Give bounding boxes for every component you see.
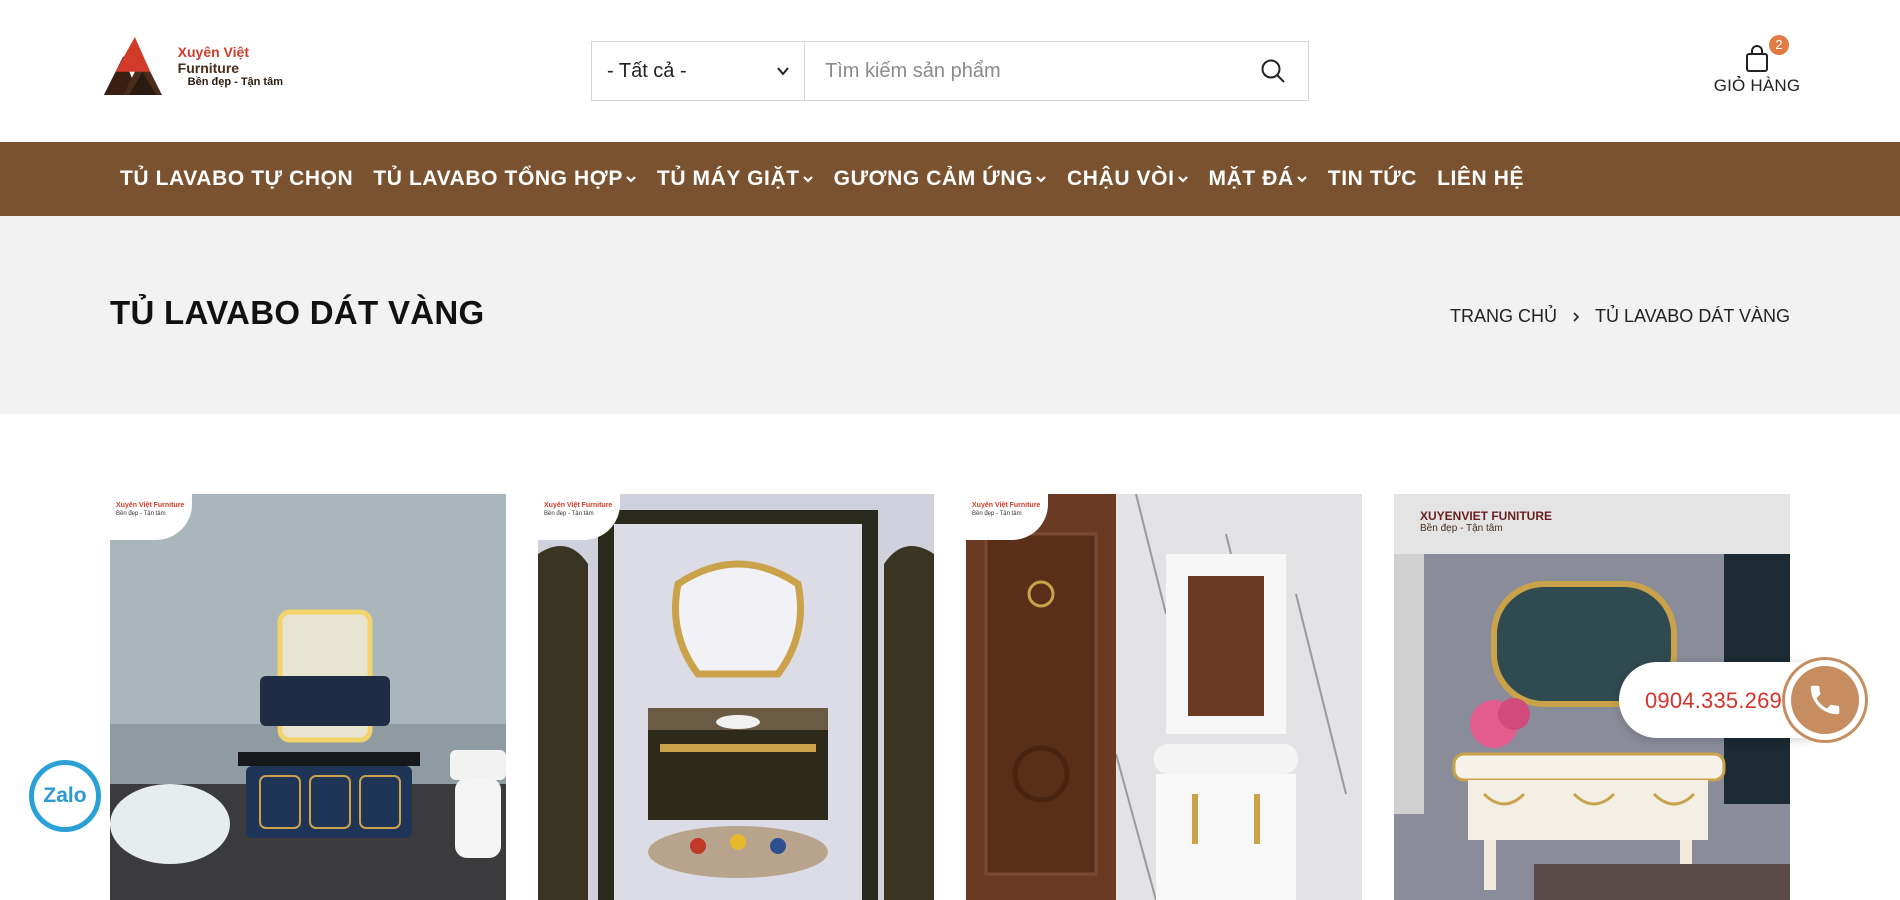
watermark-line1: Xuyên Việt Furniture — [972, 502, 1041, 509]
nav-item-tu-lavabo-tu-chon[interactable]: TỦ LAVABO TỰ CHỌN — [110, 167, 363, 191]
logo-tagline: Bền đẹp - Tận tâm — [187, 75, 283, 88]
nav-item-tin-tuc[interactable]: TIN TỨC — [1318, 167, 1427, 191]
chevron-down-icon — [1177, 176, 1188, 183]
logo-name-part2: Furniture — [177, 59, 240, 76]
chevron-down-icon — [1297, 176, 1307, 183]
cart-label: GIỎ HÀNG — [1713, 76, 1801, 95]
zalo-chat-button[interactable]: Zalo — [29, 760, 101, 832]
nav-item-label: TIN TỨC — [1327, 167, 1418, 190]
hotline-number: 0904.335.269 — [1645, 688, 1782, 713]
product-image — [110, 494, 506, 900]
watermark-line2: Bền đẹp - Tận tâm — [1420, 523, 1503, 535]
breadcrumb: TRANG CHỦ TỦ LAVABO DÁT VÀNG — [1450, 306, 1790, 327]
zalo-label: Zalo — [43, 784, 87, 807]
nav-item-label: GƯƠNG CẢM ỨNG — [833, 167, 1034, 190]
nav-item-label: CHẬU VÒI — [1067, 167, 1175, 190]
watermark-line1: Xuyên Việt Furniture — [116, 502, 185, 509]
product-grid: Xuyên Việt Furniture Bền đẹp - Tận tâm X… — [110, 494, 1790, 900]
product-image — [538, 494, 934, 900]
product-image — [966, 494, 1362, 900]
breadcrumb-home-link[interactable]: TRANG CHỦ — [1450, 306, 1557, 327]
cart-count-badge: 2 — [1769, 35, 1789, 55]
nav-item-chau-voi[interactable]: CHẬU VÒI — [1057, 167, 1198, 191]
logo-name-part1: Xuyên Việt — [177, 43, 249, 60]
shopping-bag-icon — [1746, 45, 1768, 72]
category-select-value: - Tất cả - — [607, 59, 687, 82]
nav-item-label: LIÊN HỆ — [1437, 167, 1525, 190]
nav-item-label: TỦ LAVABO TỔNG HỢP — [373, 167, 623, 190]
search-button[interactable] — [1238, 42, 1308, 100]
chevron-down-icon — [626, 176, 636, 183]
site-header: Xuyên Việt Furniture Bền đẹp - Tận tâm -… — [0, 0, 1900, 142]
watermark-line1: Xuyên Việt Furniture — [544, 502, 613, 509]
nav-item-tu-lavabo-tong-hop[interactable]: TỦ LAVABO TỔNG HỢP — [363, 167, 647, 191]
page-title: TỦ LAVABO DÁT VÀNG — [110, 294, 485, 331]
chevron-down-icon — [1036, 176, 1046, 183]
watermark-line2: Bền đẹp - Tận tâm — [972, 511, 1022, 517]
product-watermark-logo: XUYENVIET FUNITURE Bền đẹp - Tận tâm — [1420, 509, 1553, 535]
nav-item-label: TỦ LAVABO TỰ CHỌN — [120, 167, 354, 190]
site-logo[interactable]: Xuyên Việt Furniture Bền đẹp - Tận tâm — [100, 34, 310, 98]
main-nav: TỦ LAVABO TỰ CHỌN TỦ LAVABO TỔNG HỢP TỦ … — [0, 142, 1900, 216]
watermark-line2: Bền đẹp - Tận tâm — [544, 511, 594, 517]
call-button[interactable] — [1782, 657, 1868, 743]
chevron-right-icon — [1573, 311, 1580, 322]
watermark-line1: XUYENVIET FUNITURE — [1420, 509, 1553, 523]
nav-item-label: TỦ MÁY GIẶT — [656, 167, 800, 190]
chevron-down-icon — [777, 67, 789, 76]
nav-item-guong-cam-ung[interactable]: GƯƠNG CẢM ỨNG — [824, 167, 1057, 191]
nav-item-lien-he[interactable]: LIÊN HỆ — [1427, 167, 1534, 191]
search-input[interactable] — [805, 42, 1238, 100]
product-card[interactable]: Xuyên Việt Furniture Bền đẹp - Tận tâm — [538, 494, 934, 900]
category-select[interactable]: - Tất cả - — [592, 42, 805, 100]
search-bar: - Tất cả - — [591, 41, 1309, 101]
nav-item-tu-may-giat[interactable]: TỦ MÁY GIẶT — [647, 167, 824, 191]
page-title-band: TỦ LAVABO DÁT VÀNG TRANG CHỦ TỦ LAVABO D… — [0, 216, 1900, 414]
chevron-down-icon — [802, 176, 813, 183]
phone-icon — [1810, 685, 1840, 715]
logo-mark-icon — [103, 36, 162, 96]
search-icon — [1261, 59, 1285, 83]
nav-item-label: MẶT ĐÁ — [1208, 167, 1294, 190]
breadcrumb-current: TỦ LAVABO DÁT VÀNG — [1594, 306, 1790, 326]
product-card[interactable]: Xuyên Việt Furniture Bền đẹp - Tận tâm — [966, 494, 1362, 900]
nav-item-mat-da[interactable]: MẶT ĐÁ — [1199, 167, 1318, 191]
product-card[interactable]: Xuyên Việt Furniture Bền đẹp - Tận tâm — [110, 494, 506, 900]
watermark-line2: Bền đẹp - Tận tâm — [116, 511, 166, 517]
